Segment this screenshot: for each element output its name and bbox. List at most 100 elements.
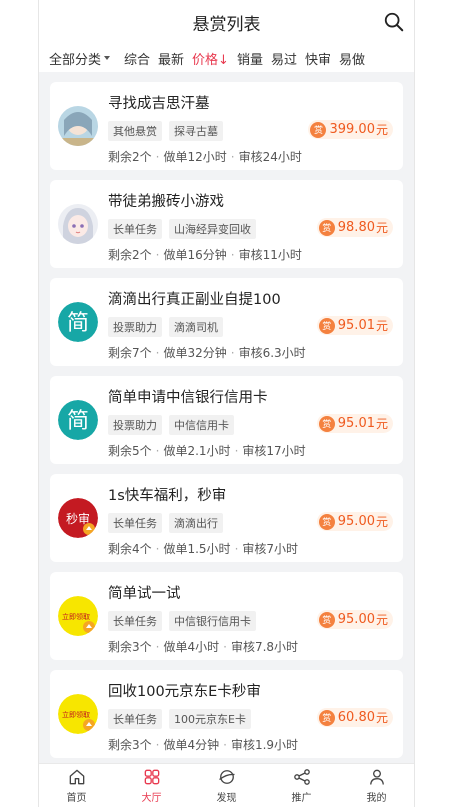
share-icon xyxy=(293,769,310,785)
task-meta: 剩余7个 · 做单32分钟 · 审核6.3小时 xyxy=(108,346,306,360)
task-tag: 滴滴出行 xyxy=(169,513,223,533)
tab-home[interactable]: 首页 xyxy=(39,764,114,807)
task-tags: 长单任务 山海经异变回收 xyxy=(108,219,263,239)
task-tag: 长单任务 xyxy=(108,611,162,631)
discover-icon xyxy=(218,770,235,784)
task-tag: 探寻古墓 xyxy=(169,121,223,141)
task-card[interactable]: 秒审 1s快车福利，秒审 长单任务 滴滴出行 赏 95.00 元 剩余4个 · 做单… xyxy=(50,474,403,562)
task-card[interactable]: 简 简单申请中信银行信用卡 投票助力 中信信用卡 赏 95.01 元 剩余5个 ·… xyxy=(50,376,403,464)
search-icon[interactable] xyxy=(383,11,405,33)
reward-price: 赏 95.00 元 xyxy=(316,512,393,531)
price-unit: 元 xyxy=(375,221,388,235)
reward-price: 赏 399.00 元 xyxy=(308,120,393,139)
review-time: 审核7.8小时 xyxy=(230,640,299,654)
do-time: 做单1.5小时 xyxy=(163,542,231,556)
do-time: 做单12小时 xyxy=(163,150,227,164)
sort-tab-latest[interactable]: 最新 xyxy=(158,49,184,68)
sort-tab-easy-pass[interactable]: 易过 xyxy=(271,49,297,68)
price-unit: 元 xyxy=(375,123,388,137)
task-title: 1s快车福利，秒审 xyxy=(108,488,227,504)
avatar: 秒审 xyxy=(58,498,98,538)
tab-discover[interactable]: 发现 xyxy=(189,764,264,807)
task-title: 回收100元京东E卡秒审 xyxy=(108,684,261,700)
tab-label: 首页 xyxy=(66,793,87,804)
remaining-count: 剩余5个 xyxy=(108,444,152,458)
task-card[interactable]: 简 滴滴出行真正副业自提100 投票助力 滴滴司机 赏 95.01 元 剩余7个… xyxy=(50,278,403,366)
tab-label: 大厅 xyxy=(141,793,162,804)
task-title: 带徒弟搬砖小游戏 xyxy=(108,194,224,210)
task-title: 滴滴出行真正副业自提100 xyxy=(108,292,281,308)
task-tag: 长单任务 xyxy=(108,709,162,729)
price-value: 95.00 xyxy=(337,514,375,529)
remaining-count: 剩余3个 xyxy=(108,640,152,654)
do-time: 做单4分钟 xyxy=(163,738,220,752)
reward-coin-icon: 赏 xyxy=(318,219,335,236)
task-tag: 山海经异变回收 xyxy=(169,219,256,239)
task-tags: 投票助力 中信信用卡 xyxy=(108,415,241,435)
reward-coin-icon: 赏 xyxy=(318,611,335,628)
app-screen: 悬赏列表 全部分类 综合 最新 价格↓ 销量 易过 快审 易做 寻找成吉思汗墓 xyxy=(38,0,415,807)
page-title: 悬赏列表 xyxy=(192,15,261,35)
task-tag: 100元京东E卡 xyxy=(169,709,251,729)
reward-coin-icon: 赏 xyxy=(318,415,335,432)
task-tag: 其他悬赏 xyxy=(108,121,162,141)
task-tags: 投票助力 滴滴司机 xyxy=(108,317,230,337)
task-tag: 投票助力 xyxy=(108,415,162,435)
reward-price: 赏 98.80 元 xyxy=(316,218,393,237)
price-unit: 元 xyxy=(375,711,388,725)
avatar: 立即领取 xyxy=(58,596,98,636)
review-time: 审核7小时 xyxy=(242,542,299,556)
svg-text:简: 简 xyxy=(67,409,89,434)
remaining-count: 剩余4个 xyxy=(108,542,152,556)
task-tag: 中信信用卡 xyxy=(169,415,234,435)
task-tags: 长单任务 100元京东E卡 xyxy=(108,709,258,729)
tab-label: 推广 xyxy=(291,793,312,804)
svg-text:立即领取: 立即领取 xyxy=(62,710,90,719)
tab-mine[interactable]: 我的 xyxy=(339,764,414,807)
task-tag: 滴滴司机 xyxy=(169,317,223,337)
task-tags: 长单任务 中信银行信用卡 xyxy=(108,611,263,631)
review-time: 审核6.3小时 xyxy=(238,346,306,360)
sort-tab-price[interactable]: 价格↓ xyxy=(192,49,229,68)
hall-icon xyxy=(144,769,159,785)
task-meta: 剩余3个 · 做单4小时 · 审核7.8小时 xyxy=(108,640,299,654)
filter-bar: 全部分类 综合 最新 价格↓ 销量 易过 快审 易做 xyxy=(39,44,414,72)
sort-tab-sales[interactable]: 销量 xyxy=(237,49,263,68)
category-label: 全部分类 xyxy=(49,52,102,68)
task-title: 简单试一试 xyxy=(108,586,181,602)
task-card[interactable]: 寻找成吉思汗墓 其他悬赏 探寻古墓 赏 399.00 元 剩余2个 · 做单12小时… xyxy=(50,82,403,170)
task-tag: 长单任务 xyxy=(108,513,162,533)
avatar: 简 xyxy=(58,302,98,342)
home-icon xyxy=(69,769,84,785)
task-meta: 剩余2个 · 做单12小时 · 审核24小时 xyxy=(108,150,302,164)
tab-hall[interactable]: 大厅 xyxy=(114,764,189,807)
reward-price: 赏 95.01 元 xyxy=(316,316,393,335)
task-card[interactable]: 立即领取 简单试一试 长单任务 中信银行信用卡 赏 95.00 元 剩余3个 · 做… xyxy=(50,572,403,660)
reward-coin-icon: 赏 xyxy=(318,513,335,530)
reward-price: 赏 95.01 元 xyxy=(316,414,393,433)
tab-promote[interactable]: 推广 xyxy=(264,764,339,807)
task-tag: 长单任务 xyxy=(108,219,162,239)
task-card[interactable]: 立即领取 回收100元京东E卡秒审 长单任务 100元京东E卡 赏 60.80 … xyxy=(50,670,403,758)
caret-down-icon xyxy=(104,56,111,60)
price-unit: 元 xyxy=(375,319,388,333)
category-dropdown[interactable]: 全部分类 xyxy=(49,49,111,68)
price-unit: 元 xyxy=(375,417,388,431)
price-value: 95.00 xyxy=(337,612,375,627)
remaining-count: 剩余2个 xyxy=(108,248,152,262)
tab-label: 发现 xyxy=(216,793,237,804)
avatar: 立即领取 xyxy=(58,694,98,734)
sort-tab-easy-do[interactable]: 易做 xyxy=(339,49,365,68)
task-tags: 其他悬赏 探寻古墓 xyxy=(108,121,230,141)
task-card[interactable]: 带徒弟搬砖小游戏 长单任务 山海经异变回收 赏 98.80 元 剩余2个 · 做单1… xyxy=(50,180,403,268)
review-time: 审核24小时 xyxy=(238,150,302,164)
remaining-count: 剩余2个 xyxy=(108,150,152,164)
reward-coin-icon: 赏 xyxy=(318,317,335,334)
task-tag: 投票助力 xyxy=(108,317,162,337)
user-icon xyxy=(369,769,384,785)
price-value: 399.00 xyxy=(329,122,375,137)
reward-price: 赏 60.80 元 xyxy=(316,708,393,727)
task-tag: 中信银行信用卡 xyxy=(169,611,256,631)
sort-tab-comprehensive[interactable]: 综合 xyxy=(124,49,150,68)
sort-tab-fast-review[interactable]: 快审 xyxy=(305,49,331,68)
